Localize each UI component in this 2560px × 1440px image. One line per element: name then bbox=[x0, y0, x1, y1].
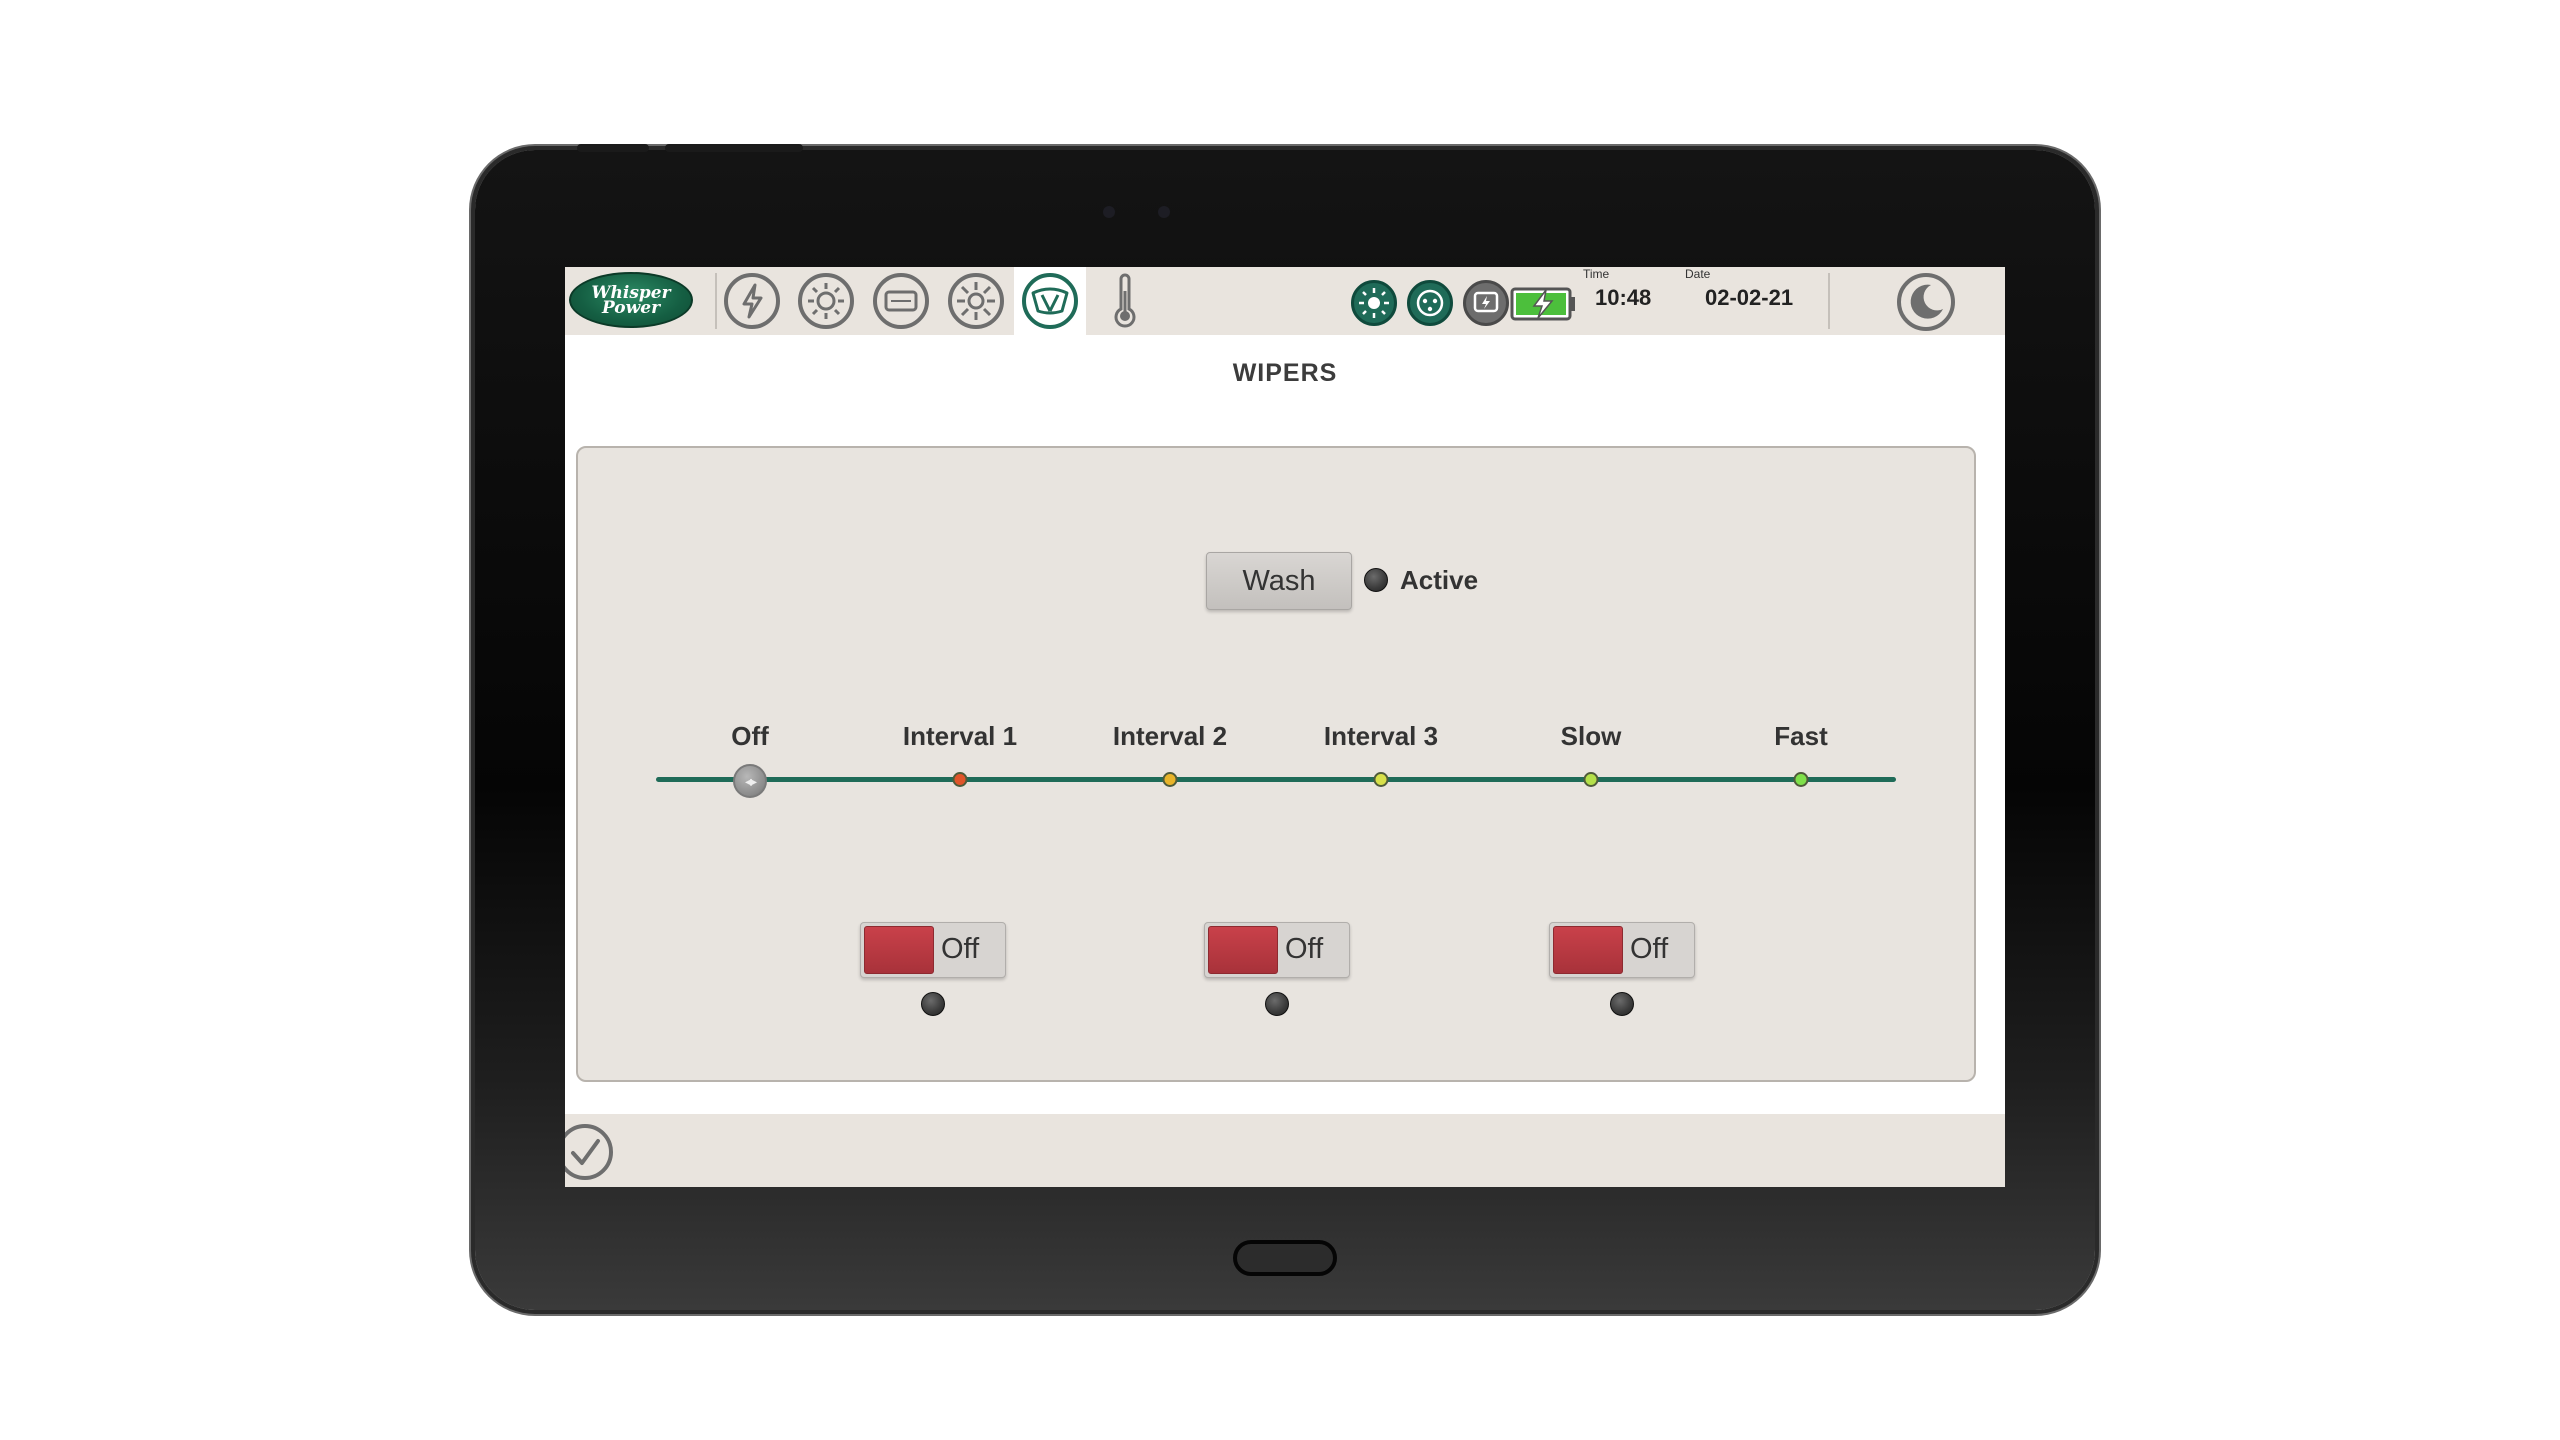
wiper-1-toggle[interactable]: Off bbox=[860, 922, 1006, 978]
speed-label-slow: Slow bbox=[1560, 721, 1622, 751]
speed-stop-fast[interactable] bbox=[1793, 772, 1809, 787]
front-sensor bbox=[1158, 206, 1170, 218]
shore-power-icon bbox=[1407, 280, 1453, 326]
volume-button bbox=[577, 144, 649, 152]
top-bar: Whisper Power Time 10:48 Date 02-02-21 bbox=[565, 267, 2005, 335]
speed-stop-interval-1[interactable] bbox=[952, 772, 968, 787]
speed-label-interval-3: Interval 3 bbox=[1323, 721, 1439, 751]
wiper-2-toggle[interactable]: Off bbox=[1204, 922, 1350, 978]
wiper-1-indicator bbox=[921, 992, 945, 1016]
heating-icon[interactable] bbox=[946, 271, 1006, 331]
bottom-bar bbox=[565, 1114, 2005, 1187]
topbar-divider bbox=[1828, 273, 1830, 329]
wiper-3-indicator bbox=[1610, 992, 1634, 1016]
speed-stop-slow[interactable] bbox=[1583, 772, 1599, 787]
speed-label-interval-2: Interval 2 bbox=[1112, 721, 1228, 751]
time-label: Time bbox=[1583, 267, 1610, 281]
wiper-3-toggle-label: Off bbox=[1630, 933, 1669, 965]
wiper-3-toggle[interactable]: Off bbox=[1549, 922, 1695, 978]
wiper-1-toggle-label: Off bbox=[941, 933, 980, 965]
power-side-button bbox=[665, 144, 803, 152]
wiper-2-indicator bbox=[1265, 992, 1289, 1016]
wash-button[interactable]: Wash bbox=[1206, 552, 1352, 610]
front-camera bbox=[1103, 206, 1115, 218]
night-mode-icon[interactable] bbox=[1895, 271, 1957, 333]
display-icon[interactable] bbox=[871, 271, 931, 331]
logo-text-line2: Power bbox=[601, 298, 661, 318]
generator-icon[interactable] bbox=[796, 271, 856, 331]
logo-divider bbox=[715, 273, 717, 329]
wiper-2-toggle-label: Off bbox=[1285, 933, 1324, 965]
wiper-2-toggle-knob bbox=[1208, 926, 1278, 974]
speed-slider-track[interactable] bbox=[656, 777, 1896, 782]
speed-slider-handle[interactable]: ◂▸ bbox=[733, 764, 767, 798]
time-value: 10:48 bbox=[1595, 285, 1652, 310]
date-value: 02-02-21 bbox=[1705, 285, 1794, 310]
home-button[interactable] bbox=[1233, 1240, 1337, 1276]
date-label: Date bbox=[1685, 267, 1711, 281]
confirm-check-icon[interactable] bbox=[565, 1122, 615, 1182]
thermometer-icon[interactable] bbox=[1095, 271, 1155, 331]
whisper-power-logo[interactable]: Whisper Power bbox=[569, 272, 693, 328]
tablet-frame: Whisper Power Time 10:48 Date 02-02-21 W… bbox=[475, 144, 2095, 1310]
wiper-3-toggle-knob bbox=[1553, 926, 1623, 974]
wipers-icon[interactable] bbox=[1014, 267, 1086, 335]
speed-label-fast: Fast bbox=[1774, 721, 1828, 751]
sun-icon bbox=[1351, 280, 1397, 326]
battery-charging-icon bbox=[1510, 283, 1576, 323]
speed-stop-interval-3[interactable] bbox=[1373, 772, 1389, 787]
speed-label-interval-1: Interval 1 bbox=[902, 721, 1018, 751]
wash-active-indicator bbox=[1364, 568, 1388, 592]
power-icon[interactable] bbox=[722, 271, 782, 331]
wiper-control-panel: Wash Active Off Interval 1 Interval 2 In… bbox=[576, 446, 1976, 1082]
speed-stop-interval-2[interactable] bbox=[1162, 772, 1178, 787]
inverter-icon bbox=[1463, 280, 1509, 326]
wash-active-label: Active bbox=[1400, 565, 1479, 595]
wiper-1-toggle-knob bbox=[864, 926, 934, 974]
speed-label-off: Off bbox=[731, 721, 769, 751]
page-title: WIPERS bbox=[1232, 359, 1338, 387]
app-screen: Whisper Power Time 10:48 Date 02-02-21 W… bbox=[565, 267, 2005, 1187]
